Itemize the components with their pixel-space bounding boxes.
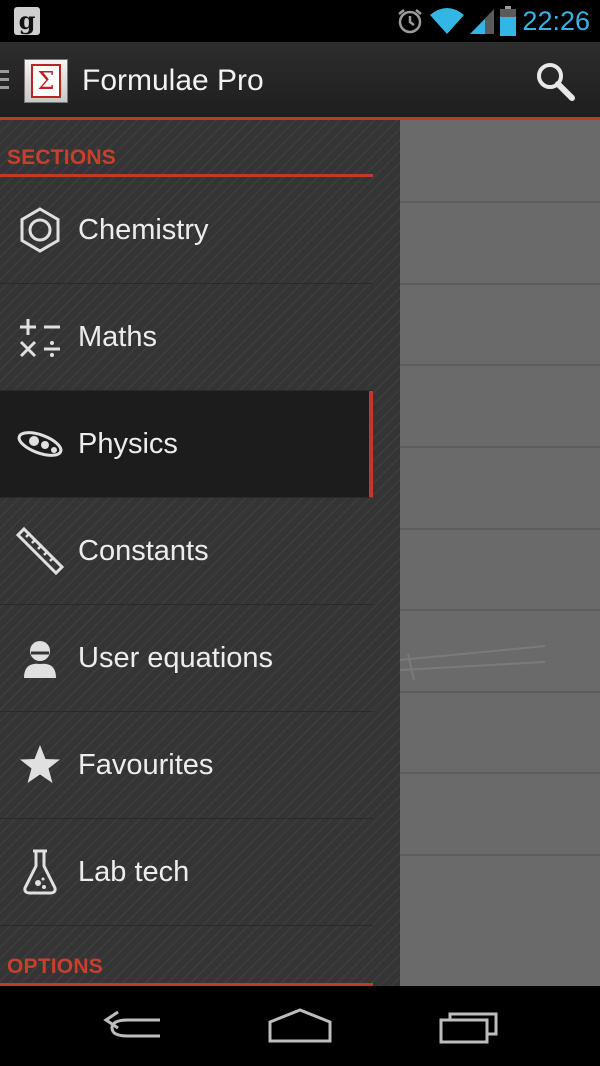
navigation-drawer: SECTIONS Chemistry Maths Physics Constan… xyxy=(0,120,400,986)
home-icon[interactable] xyxy=(265,1006,335,1046)
hexagon-icon xyxy=(20,207,60,253)
search-icon[interactable] xyxy=(534,60,576,102)
star-icon xyxy=(20,745,60,783)
user-icon xyxy=(24,641,56,678)
status-bar: g 22:26 xyxy=(0,0,600,42)
recent-apps-icon[interactable] xyxy=(436,1006,506,1046)
sections-header: SECTIONS xyxy=(0,123,373,177)
drawer-item-favourites[interactable]: Favourites xyxy=(0,712,373,819)
drawer-item-label: Constants xyxy=(78,535,209,567)
battery-icon xyxy=(500,6,516,36)
system-navigation-bar xyxy=(0,986,600,1066)
drawer-item-label: Lab tech xyxy=(78,856,190,888)
drawer-item-lab-tech[interactable]: Lab tech xyxy=(0,819,373,926)
orbit-icon xyxy=(17,431,63,457)
flask-icon xyxy=(23,849,57,895)
drawer-item-label: Physics xyxy=(78,428,178,460)
alarm-icon xyxy=(398,9,422,34)
app-logo-icon[interactable]: Σ xyxy=(24,59,68,103)
notification-app-icon: g xyxy=(14,7,40,35)
drawer-item-label: Maths xyxy=(78,321,157,353)
main-content-dimmed xyxy=(400,120,600,986)
app-title: Formulae Pro xyxy=(82,64,264,97)
drawer-item-maths[interactable]: Maths xyxy=(0,284,373,391)
signal-icon xyxy=(470,9,494,34)
drawer-item-user-equations[interactable]: User equations xyxy=(0,605,373,712)
status-clock: 22:26 xyxy=(522,6,590,36)
drawer-item-label: Favourites xyxy=(78,749,214,781)
math-operators-icon xyxy=(19,319,60,358)
drawer-item-chemistry[interactable]: Chemistry xyxy=(0,177,373,284)
drawer-item-label: Chemistry xyxy=(78,214,209,246)
drawer-item-physics[interactable]: Physics xyxy=(0,391,373,498)
ruler-icon xyxy=(16,527,64,575)
drawer-item-label: User equations xyxy=(78,642,274,674)
action-bar: Σ Formulae Pro xyxy=(0,42,600,120)
content-graph-fragment xyxy=(400,645,546,681)
options-header: OPTIONS xyxy=(0,932,373,986)
status-icons xyxy=(396,6,516,36)
wifi-icon xyxy=(430,8,464,34)
drawer-toggle-icon[interactable] xyxy=(0,70,9,92)
back-icon[interactable] xyxy=(98,1006,168,1046)
drawer-item-constants[interactable]: Constants xyxy=(0,498,373,605)
